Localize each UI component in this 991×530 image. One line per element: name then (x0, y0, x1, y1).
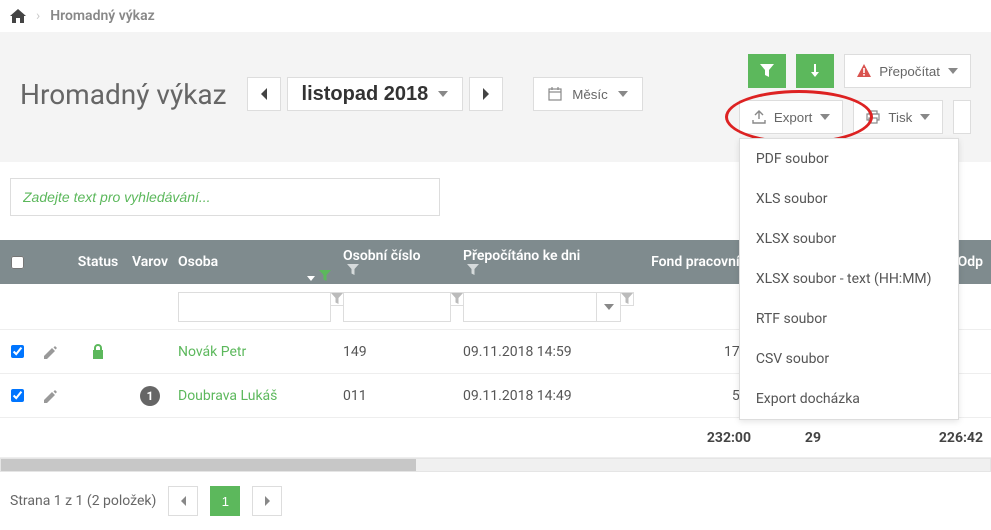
col-num-label: Osobní číslo (343, 248, 421, 264)
export-icon (752, 110, 766, 124)
search-input[interactable] (10, 178, 440, 216)
col-status[interactable]: Status (68, 254, 128, 270)
edit-row-button[interactable] (34, 345, 68, 359)
total-days: 29 (757, 430, 827, 446)
col-warn[interactable]: Varov (128, 254, 172, 270)
edit-row-button[interactable] (34, 389, 68, 403)
more-button[interactable] (953, 100, 971, 134)
export-option-xlsx[interactable]: XLSX soubor (740, 219, 958, 259)
person-link[interactable]: Novák Petr (178, 344, 246, 360)
filter-date-funnel[interactable] (621, 292, 634, 306)
col-person-label: Osoba (178, 254, 218, 270)
pager-summary: Strana 1 z 1 (2 položek) (10, 493, 156, 509)
cell-num: 149 (337, 344, 457, 360)
recalculate-label: Přepočítat (879, 64, 940, 79)
filter-icon[interactable] (467, 264, 479, 276)
chevron-down-icon (920, 114, 930, 120)
row-checkbox[interactable] (11, 389, 24, 402)
cell-fund: 176: (627, 344, 757, 360)
export-label: Export (774, 110, 813, 125)
total-fund: 232:00 (627, 430, 757, 446)
export-button[interactable]: Export (739, 100, 844, 134)
chevron-down-icon (618, 91, 628, 97)
filter-icon[interactable] (319, 270, 331, 282)
month-label: listopad 2018 (302, 83, 429, 106)
filter-date-picker[interactable] (596, 293, 620, 321)
pager-prev-button[interactable] (168, 486, 198, 516)
horizontal-scrollbar[interactable] (0, 458, 991, 472)
month-selector[interactable]: listopad 2018 (287, 77, 464, 111)
export-option-rtf[interactable]: RTF soubor (740, 299, 958, 339)
filter-toggle-button[interactable] (748, 54, 786, 88)
warning-badge[interactable]: 1 (140, 386, 160, 406)
export-option-xls[interactable]: XLS soubor (740, 179, 958, 219)
cell-date: 09.11.2018 14:49 (457, 388, 627, 404)
col-num[interactable]: Osobní číslo (337, 248, 457, 276)
warning-icon (857, 64, 871, 78)
sort-icon (307, 271, 315, 281)
person-link[interactable]: Doubrava Lukáš (178, 388, 277, 404)
filter-person-funnel[interactable] (331, 292, 344, 306)
scrollbar-thumb[interactable] (1, 459, 416, 471)
filter-person-input[interactable] (179, 299, 330, 314)
col-date-label: Přepočítáno ke dni (463, 248, 580, 264)
print-button[interactable]: Tisk (853, 100, 943, 134)
cell-date: 09.11.2018 14:59 (457, 344, 627, 360)
period-label: Měsíc (572, 87, 608, 102)
row-checkbox[interactable] (11, 345, 24, 358)
export-option-pdf[interactable]: PDF soubor (740, 139, 958, 179)
select-all-checkbox[interactable] (11, 256, 24, 269)
print-label: Tisk (888, 110, 912, 125)
calendar-icon (548, 87, 562, 101)
filter-num-input[interactable] (344, 299, 450, 314)
lock-icon (91, 344, 105, 360)
export-dropdown: PDF soubor XLS soubor XLSX soubor XLSX s… (739, 138, 959, 420)
chevron-down-icon (948, 68, 958, 74)
print-icon (866, 110, 880, 124)
chevron-right-icon: › (36, 8, 40, 24)
period-selector[interactable]: Měsíc (533, 77, 643, 111)
chevron-down-icon (438, 91, 448, 97)
cell-fund: 56: (627, 388, 757, 404)
export-option-xlsx-text[interactable]: XLSX soubor - text (HH:MM) (740, 259, 958, 299)
filter-date-input[interactable] (464, 299, 596, 314)
chevron-down-icon (820, 114, 830, 120)
cell-num: 011 (337, 388, 457, 404)
home-icon[interactable] (10, 9, 26, 23)
next-month-button[interactable] (469, 77, 503, 111)
pager-page-button[interactable]: 1 (210, 486, 240, 516)
prev-month-button[interactable] (247, 77, 281, 111)
breadcrumb: › Hromadný výkaz (0, 0, 991, 32)
recalculate-button[interactable]: Přepočítat (844, 54, 971, 88)
col-person[interactable]: Osoba (172, 254, 337, 270)
export-option-attendance[interactable]: Export docházka (740, 379, 958, 419)
pager-next-button[interactable] (252, 486, 282, 516)
export-option-csv[interactable]: CSV soubor (740, 339, 958, 379)
filter-icon[interactable] (347, 264, 359, 276)
columns-toggle-button[interactable] (796, 54, 834, 88)
page-title: Hromadný výkaz (20, 78, 227, 111)
breadcrumb-current[interactable]: Hromadný výkaz (50, 8, 154, 24)
titlebar: Hromadný výkaz listopad 2018 Měsíc (0, 32, 991, 162)
col-fund[interactable]: Fond pracovní d (627, 254, 757, 270)
col-date[interactable]: Přepočítáno ke dni (457, 248, 627, 276)
pager: Strana 1 z 1 (2 položek) 1 (0, 472, 991, 530)
grid-footer: 232:00 29 226:42 (0, 418, 991, 458)
total-off: 226:42 (827, 430, 991, 446)
